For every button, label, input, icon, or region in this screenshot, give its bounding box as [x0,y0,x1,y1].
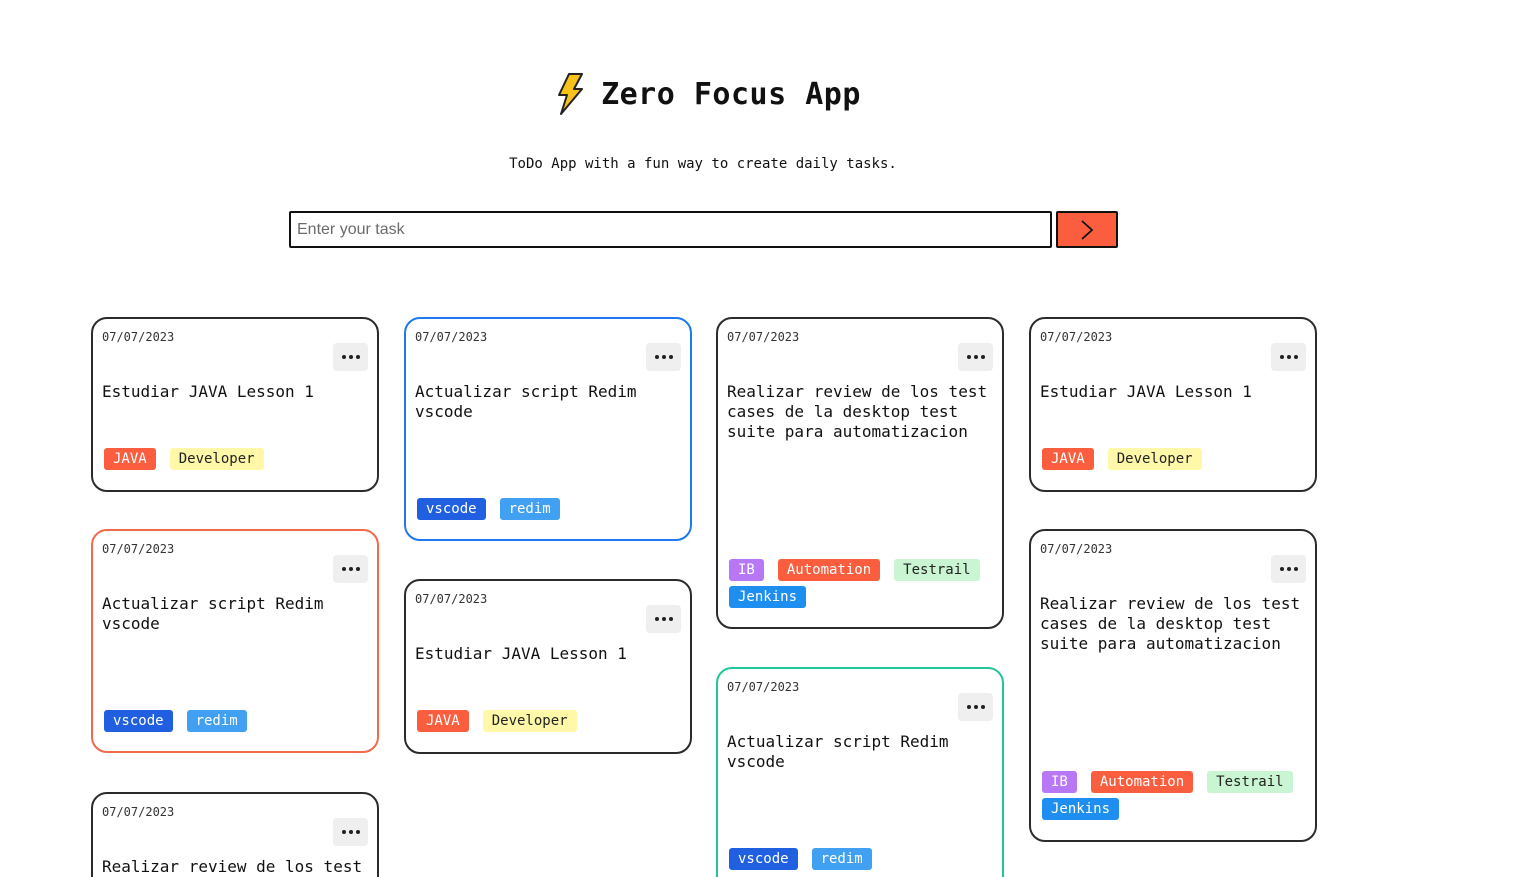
task-card[interactable]: 07/07/2023 Actualizar script Redim vscod… [404,317,692,541]
tag-list: IB Automation Testrail Jenkins [1042,771,1309,820]
tag-redim: redim [499,498,560,520]
app-root: Zero Focus App ToDo App with a fun way t… [0,0,1524,877]
task-text: Estudiar JAVA Lesson 1 [1040,382,1252,401]
tag-ib: IB [729,559,764,581]
chevron-right-icon [1081,219,1094,240]
more-options-icon[interactable] [333,818,368,846]
more-options-icon[interactable] [333,555,368,583]
tag-testrail: Testrail [1207,771,1293,793]
tag-automation: Automation [777,559,881,581]
tag-list: JAVA Developer [104,448,371,470]
tag-list: JAVA Developer [1042,448,1309,470]
more-options-icon[interactable] [646,343,681,371]
task-card[interactable]: 07/07/2023 Actualizar script Redim vscod… [716,667,1004,877]
app-subtitle: ToDo App with a fun way to create daily … [509,156,897,172]
tag-redim: redim [811,848,872,870]
task-date: 07/07/2023 [1040,330,1113,344]
tag-jenkins: Jenkins [729,586,807,608]
task-card[interactable]: 07/07/2023 Realizar review de los test [91,792,379,877]
tag-developer: Developer [482,710,577,732]
task-card[interactable]: 07/07/2023 Realizar review de los test c… [716,317,1004,629]
task-text: Estudiar JAVA Lesson 1 [415,644,627,663]
tag-ib: IB [1042,771,1077,793]
more-options-icon[interactable] [646,605,681,633]
tag-java: JAVA [1042,448,1094,470]
lightning-bolt-icon [558,73,584,115]
task-card[interactable]: 07/07/2023 Estudiar JAVA Lesson 1 JAVA D… [91,317,379,492]
tag-list: IB Automation Testrail Jenkins [729,559,996,608]
task-date: 07/07/2023 [102,805,175,819]
tag-developer: Developer [1107,448,1202,470]
tag-list: JAVA Developer [417,710,684,732]
task-date: 07/07/2023 [727,680,800,694]
add-task-button[interactable] [1056,211,1118,248]
task-text: Realizar review de los test cases de la … [1040,594,1301,653]
task-date: 07/07/2023 [727,330,800,344]
tag-vscode: vscode [729,848,798,870]
tag-java: JAVA [104,448,156,470]
more-options-icon[interactable] [958,693,993,721]
more-options-icon[interactable] [1271,555,1306,583]
task-card[interactable]: 07/07/2023 Estudiar JAVA Lesson 1 JAVA D… [404,579,692,754]
tag-redim: redim [186,710,247,732]
tag-list: vscode redim [104,710,371,732]
header: Zero Focus App [0,72,1416,116]
task-card[interactable]: 07/07/2023 Actualizar script Redim vscod… [91,529,379,753]
task-text: Realizar review de los test cases de la … [727,382,988,441]
tag-java: JAVA [417,710,469,732]
tag-list: vscode redim [417,498,684,520]
more-options-icon[interactable] [333,343,368,371]
tag-list: vscode redim [729,848,996,870]
task-date: 07/07/2023 [1040,542,1113,556]
task-text: Actualizar script Redim vscode [415,382,637,421]
tag-vscode: vscode [104,710,173,732]
task-date: 07/07/2023 [415,330,488,344]
task-text: Realizar review de los test [102,857,363,876]
more-options-icon[interactable] [958,343,993,371]
task-date: 07/07/2023 [415,592,488,606]
task-text: Actualizar script Redim vscode [727,732,949,771]
task-input[interactable] [289,211,1052,248]
more-options-icon[interactable] [1271,343,1306,371]
tag-automation: Automation [1090,771,1194,793]
app-title: Zero Focus App [601,76,861,112]
task-card[interactable]: 07/07/2023 Estudiar JAVA Lesson 1 JAVA D… [1029,317,1317,492]
tag-developer: Developer [169,448,264,470]
tag-vscode: vscode [417,498,486,520]
task-text: Estudiar JAVA Lesson 1 [102,382,314,401]
task-text: Actualizar script Redim vscode [102,594,324,633]
tag-testrail: Testrail [894,559,980,581]
task-date: 07/07/2023 [102,330,175,344]
tag-jenkins: Jenkins [1042,798,1120,820]
task-card[interactable]: 07/07/2023 Realizar review de los test c… [1029,529,1317,842]
task-date: 07/07/2023 [102,542,175,556]
